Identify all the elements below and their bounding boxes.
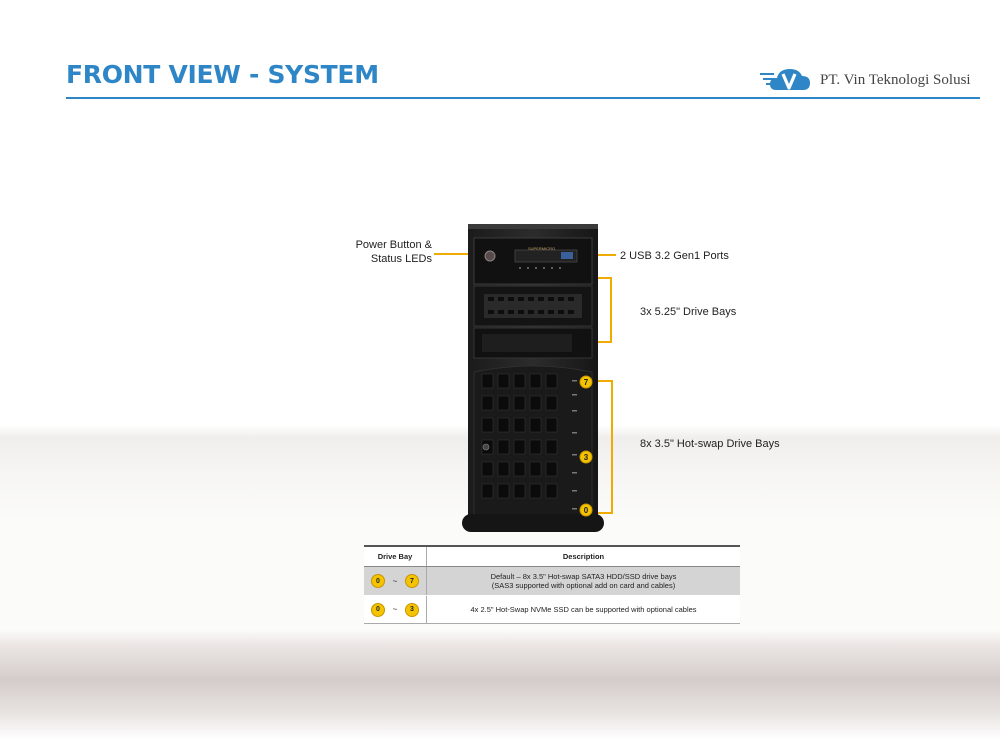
header-description: Description bbox=[562, 551, 605, 561]
description-line: (SAS3 supported with optional add on car… bbox=[491, 581, 676, 590]
bay-range-cell: 0 ~ 3 bbox=[364, 596, 427, 623]
bay-from-badge: 0 bbox=[371, 574, 385, 588]
range-separator: ~ bbox=[392, 605, 398, 614]
header-drive-bay: Drive Bay bbox=[364, 547, 427, 566]
bay-7-number: 7 bbox=[584, 378, 589, 387]
table-row: 0 ~ 3 4x 2.5" Hot-Swap NVMe SSD can be s… bbox=[364, 596, 740, 623]
range-separator: ~ bbox=[392, 576, 398, 586]
bay-range-cell: 0 ~ 7 bbox=[364, 567, 427, 595]
bay-markers: 7 3 0 bbox=[579, 375, 593, 517]
description-cell: 4x 2.5" Hot-Swap NVMe SSD can be support… bbox=[427, 596, 740, 623]
description-cell: Default – 8x 3.5" Hot-swap SATA3 HDD/SSD… bbox=[427, 567, 740, 595]
drive-bay-table: Drive Bay Description 0 ~ 7 Default – 8x… bbox=[364, 545, 740, 624]
bay-0-number: 0 bbox=[584, 506, 589, 515]
bay-to-badge: 7 bbox=[405, 574, 419, 588]
description-line: Default – 8x 3.5" Hot-swap SATA3 HDD/SSD… bbox=[490, 571, 677, 581]
bay-from-badge: 0 bbox=[371, 602, 385, 617]
table-row: 0 ~ 7 Default – 8x 3.5" Hot-swap SATA3 H… bbox=[364, 567, 740, 596]
table-header-row: Drive Bay Description bbox=[364, 547, 740, 567]
description-line: 4x 2.5" Hot-Swap NVMe SSD can be support… bbox=[470, 604, 697, 614]
bay-3-number: 3 bbox=[584, 453, 589, 462]
bay-to-badge: 3 bbox=[405, 602, 419, 617]
